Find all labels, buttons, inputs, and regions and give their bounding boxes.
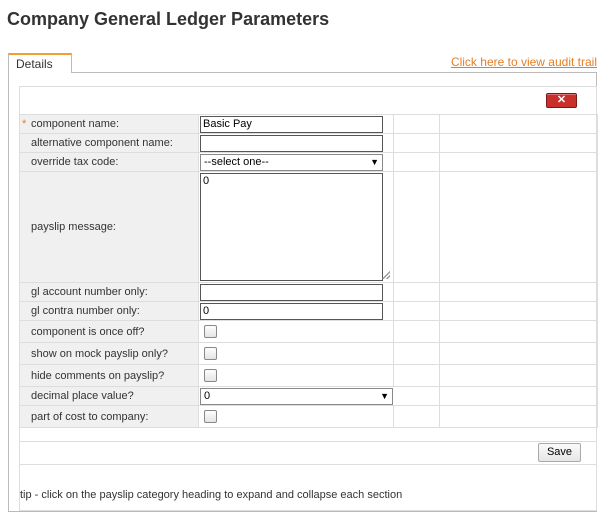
page-title: Company General Ledger Parameters — [7, 9, 330, 29]
decimal-place-label: decimal place value? — [31, 390, 134, 402]
override-tax-code-select[interactable]: --select one-- ▼ — [200, 153, 383, 171]
gl-account-number-label: gl account number only: — [31, 286, 148, 298]
dropdown-arrow-icon: ▼ — [380, 391, 389, 401]
payslip-message-textarea[interactable]: 0 — [200, 173, 383, 281]
row-show-mock-payslip: show on mock payslip only? — [19, 342, 598, 365]
payslip-message-label: payslip message: — [31, 221, 116, 233]
component-once-off-label: component is once off? — [31, 325, 145, 338]
show-mock-payslip-checkbox[interactable] — [204, 347, 217, 360]
tab-details[interactable]: Details — [8, 53, 72, 73]
row-component-name: * component name: — [19, 114, 598, 134]
gl-account-number-input[interactable] — [200, 283, 383, 301]
required-asterisk: * — [22, 118, 27, 130]
row-component-once-off: component is once off? — [19, 320, 598, 343]
hide-comments-checkbox[interactable] — [204, 369, 217, 382]
alternative-component-name-label: alternative component name: — [31, 137, 173, 149]
row-alternative-component-name: alternative component name: — [19, 133, 598, 153]
component-name-input[interactable] — [200, 115, 383, 133]
row-gl-contra-number: gl contra number only: — [19, 301, 598, 321]
close-button[interactable]: ✕ — [546, 93, 577, 108]
gl-contra-number-label: gl contra number only: — [31, 305, 140, 317]
close-icon: ✕ — [556, 94, 567, 106]
alternative-component-name-input[interactable] — [200, 134, 383, 152]
row-payslip-message: payslip message: 0 — [19, 171, 598, 283]
row-cost-to-company: part of cost to company: — [19, 405, 598, 428]
row-hide-comments: hide comments on payslip? — [19, 364, 598, 387]
component-name-label: component name: — [31, 118, 120, 130]
gl-contra-number-input[interactable] — [200, 302, 383, 320]
override-tax-code-value: --select one-- — [204, 156, 269, 168]
row-gl-account-number: gl account number only: — [19, 282, 598, 302]
show-mock-payslip-label: show on mock payslip only? — [31, 347, 168, 360]
parameters-form: * component name: alternative component … — [19, 114, 598, 428]
row-override-tax-code: override tax code: --select one-- ▼ — [19, 152, 598, 172]
resize-grip-icon[interactable] — [382, 271, 390, 279]
row-decimal-place: decimal place value? 0 ▼ — [19, 386, 598, 406]
tip-text: tip - click on the payslip category head… — [20, 489, 403, 501]
decimal-place-select[interactable]: 0 ▼ — [200, 387, 393, 405]
dropdown-arrow-icon: ▼ — [370, 157, 379, 167]
save-button[interactable]: Save — [538, 443, 581, 462]
divider — [19, 441, 597, 442]
override-tax-code-label: override tax code: — [31, 156, 119, 168]
divider — [19, 464, 597, 465]
hide-comments-label: hide comments on payslip? — [31, 369, 165, 382]
audit-trail-link[interactable]: Click here to view audit trail — [451, 55, 597, 69]
component-once-off-checkbox[interactable] — [204, 325, 217, 338]
cost-to-company-checkbox[interactable] — [204, 410, 217, 423]
decimal-place-value: 0 — [204, 390, 211, 402]
cost-to-company-label: part of cost to company: — [31, 410, 149, 423]
